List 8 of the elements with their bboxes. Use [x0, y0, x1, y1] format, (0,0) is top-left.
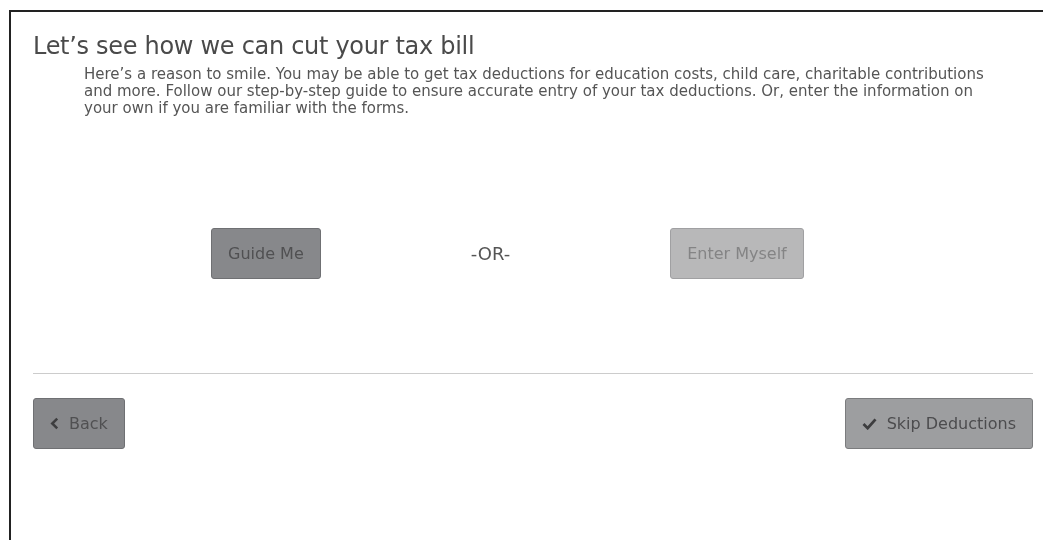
back-button[interactable]: Back	[33, 398, 125, 449]
checkmark-icon	[861, 417, 877, 430]
skip-deductions-button[interactable]: Skip Deductions	[844, 398, 1033, 449]
chevron-left-icon	[50, 417, 59, 430]
choice-button[interactable]: Guide Me	[211, 228, 321, 279]
intro-text: Here’s a reason to smile. You may be able to get tax deductions for education costs, child care, charitable contributions and more. Follow our step-by-step guide to ensure accurate entry of your tax deductions. Or, enter the information on your own if you are familiar with the forms.	[84, 66, 984, 117]
or-separator: -OR-	[470, 243, 511, 264]
page-title: Let’s see how we can cut your tax bill	[33, 32, 476, 60]
